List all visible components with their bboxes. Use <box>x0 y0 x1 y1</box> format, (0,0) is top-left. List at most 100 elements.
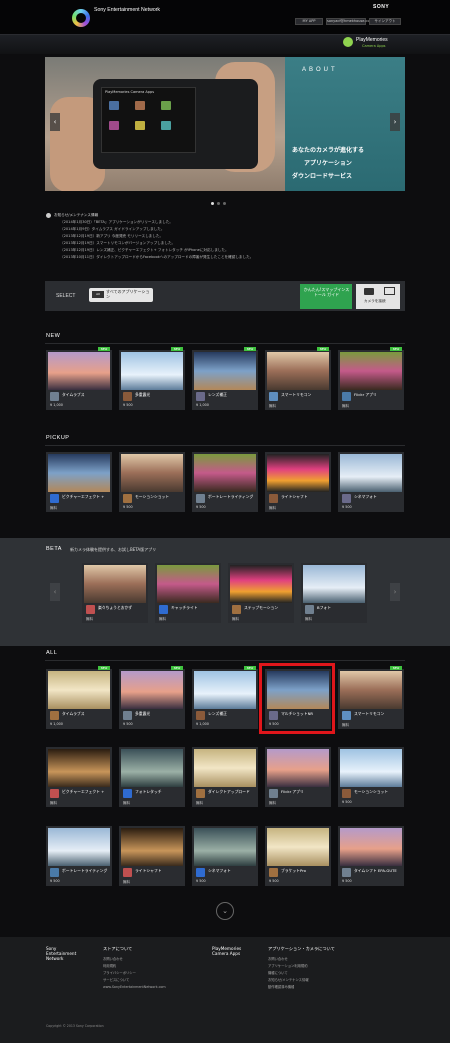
news-item[interactable]: （2014年1月9日）タイムラプス ガイドラインアップしました。 <box>60 227 164 232</box>
beta-prev-button[interactable]: ‹ <box>50 583 60 601</box>
chevron-left-icon: ‹ <box>53 588 57 596</box>
pickup-app-card[interactable]: ピクチャーエフェクト + 無料 <box>46 452 112 512</box>
all-app-card[interactable]: タイムシフト EPA-GUTE ¥ 500 <box>338 826 404 886</box>
app-price: 無料 <box>123 880 130 884</box>
pickup-app-card[interactable]: ライトシャフト 無料 <box>265 452 331 512</box>
divider <box>45 343 405 344</box>
beta-app-card[interactable]: Bフォト 無料 <box>301 563 367 623</box>
all-app-card[interactable]: スマートリモコン 無料 NEW <box>338 666 404 729</box>
app-icon <box>342 392 351 401</box>
hero-copy-line-3: ダウンロードサービス <box>292 173 353 180</box>
app-price: ¥ 1,000 <box>196 403 209 407</box>
copyright: Copyright © 2013 Sony Corporation <box>46 1024 104 1028</box>
hero-prev-button[interactable]: ‹ <box>50 113 60 131</box>
app-name: ブラケットPro <box>281 868 307 873</box>
pickup-app-card[interactable]: モーションショット ¥ 500 <box>119 452 185 512</box>
beta-app-card[interactable]: 楽々ちょうとおかず 無料 <box>82 563 148 623</box>
new-app-card[interactable]: スマートリモコン 無料 NEW <box>265 347 331 410</box>
footer-link[interactable]: サービスについて <box>103 978 129 983</box>
news-item[interactable]: （2013年12月19日）スマートリモコンがバージョンアップしました。 <box>60 241 175 246</box>
footer-link[interactable]: 利用規約 <box>103 964 116 969</box>
news-item[interactable]: （2013年10月11日）ダイレクトアップロードからFacebookへのアップロ… <box>60 255 253 260</box>
carousel-dot[interactable] <box>217 202 220 205</box>
footer-link[interactable]: www.SonyEntertainmentNetwork.com <box>103 985 166 990</box>
footer-link[interactable]: お問い合わせ <box>268 957 288 962</box>
all-app-card[interactable]: ピクチャーエフェクト + 無料 <box>46 747 112 807</box>
app-price: ¥ 500 <box>123 403 133 407</box>
pickup-app-card[interactable]: ポートレートライティング ¥ 500 <box>192 452 258 512</box>
account-button[interactable]: sonyacf@hmekhouse.com <box>326 18 373 25</box>
all-app-card[interactable]: 多重露光 ¥ 500 NEW <box>119 666 185 729</box>
hero-copy-line-2: アプリケーション <box>304 160 352 167</box>
brand-name[interactable]: Sony Entertainment Network <box>94 7 164 14</box>
hero-next-button[interactable]: › <box>390 113 400 131</box>
app-icon <box>123 392 132 401</box>
section-title-beta: BETA <box>46 546 62 552</box>
app-price: ¥ 500 <box>196 879 206 883</box>
news-item[interactable]: （2013年12月19日）レンズ補正、ピクチャーエフェクト+ フォトレタッチ が… <box>60 248 229 253</box>
carousel-dot-active[interactable] <box>211 202 214 205</box>
app-icon <box>123 494 132 503</box>
news-item[interactable]: （2014年1月30日）「BETA」アプリケーションがリリースしました。 <box>60 220 173 225</box>
chevron-down-icon: ⌄ <box>222 907 228 915</box>
news-heading[interactable]: お知らせ/メンテナンス情報 <box>54 213 98 218</box>
footer-link[interactable]: お問い合わせ <box>103 957 123 962</box>
select-label: SELECT <box>56 293 76 299</box>
new-app-card[interactable]: レンズ補正 ¥ 1,000 NEW <box>192 347 258 410</box>
footer-link[interactable]: お知らせ/メンテナンス情報 <box>268 978 309 983</box>
app-price: ¥ 1,000 <box>50 403 63 407</box>
new-badge: NEW <box>171 666 183 670</box>
my-app-button[interactable]: MY APP <box>295 18 323 25</box>
all-app-card[interactable]: タイムラプス ¥ 1,000 NEW <box>46 666 112 729</box>
new-app-card[interactable]: タイムラプス ¥ 1,000 NEW <box>46 347 112 410</box>
selected-card-highlight <box>259 663 335 734</box>
footer-link[interactable]: 機種について <box>268 971 288 976</box>
all-app-card[interactable]: フォトレタッチ 無料 <box>119 747 185 807</box>
app-icon <box>161 101 171 110</box>
camera-apps-subtitle[interactable]: Camera Apps <box>362 44 386 48</box>
all-app-card[interactable]: ブラケットPro ¥ 500 <box>265 826 331 886</box>
footer-link[interactable]: プライバシーポリシー <box>103 971 136 976</box>
beta-app-card[interactable]: ステップモーション 無料 <box>228 563 294 623</box>
app-thumbnail <box>267 454 329 492</box>
new-app-card[interactable]: Flickr アプリ 無料 NEW <box>338 347 404 410</box>
all-app-card[interactable]: ポートレートライティング ¥ 500 <box>46 826 112 886</box>
sign-out-button[interactable]: サインアウト <box>369 18 401 25</box>
new-badge: NEW <box>171 347 183 351</box>
app-name: レンズ補正 <box>208 392 227 397</box>
all-app-card[interactable]: シネマフォト ¥ 500 <box>192 826 258 886</box>
app-price: 無料 <box>342 723 349 727</box>
app-thumbnail <box>121 671 183 709</box>
app-thumbnail <box>340 454 402 492</box>
new-app-card[interactable]: 多重露光 ¥ 500 NEW <box>119 347 185 410</box>
new-badge: NEW <box>98 666 110 670</box>
all-app-card[interactable]: ダイレクトアップロード 無料 <box>192 747 258 807</box>
app-thumbnail <box>48 749 110 787</box>
carousel-dot[interactable] <box>223 202 226 205</box>
footer-link[interactable]: 動作確認済み機種 <box>268 985 294 990</box>
playmemories-title[interactable]: PlayMemories <box>356 37 388 43</box>
app-icon <box>50 789 59 798</box>
all-app-card[interactable]: モーションショット ¥ 500 <box>338 747 404 807</box>
all-app-card[interactable]: Flickr アプリ 無料 <box>265 747 331 807</box>
app-icon <box>135 101 145 110</box>
beta-band <box>0 538 450 646</box>
all-app-card[interactable]: レンズ補正 ¥ 1,000 NEW <box>192 666 258 729</box>
load-more-button[interactable]: ⌄ <box>216 902 234 920</box>
news-item[interactable]: （2013年12月19日）新アプリ 今度発売 モリリースしました。 <box>60 234 163 239</box>
app-thumbnail <box>121 749 183 787</box>
app-thumbnail <box>194 352 256 390</box>
sen-logo-icon[interactable] <box>72 9 90 27</box>
app-name: スマートリモコン <box>354 711 385 716</box>
beta-next-button[interactable]: › <box>390 583 400 601</box>
app-name: ステップモーション <box>244 605 279 610</box>
sony-logo[interactable]: SONY <box>373 4 389 10</box>
app-name: ピクチャーエフェクト + <box>62 789 105 794</box>
pickup-app-card[interactable]: シネマフォト ¥ 500 <box>338 452 404 512</box>
all-app-card[interactable]: ライトシャフト 無料 <box>119 826 185 886</box>
playmemories-icon[interactable] <box>343 37 353 47</box>
app-icon <box>86 605 95 614</box>
footer-link[interactable]: アプリケーション利用規約 <box>268 964 308 969</box>
section-title-all: ALL <box>46 650 58 656</box>
beta-app-card[interactable]: キャッチライト 無料 <box>155 563 221 623</box>
